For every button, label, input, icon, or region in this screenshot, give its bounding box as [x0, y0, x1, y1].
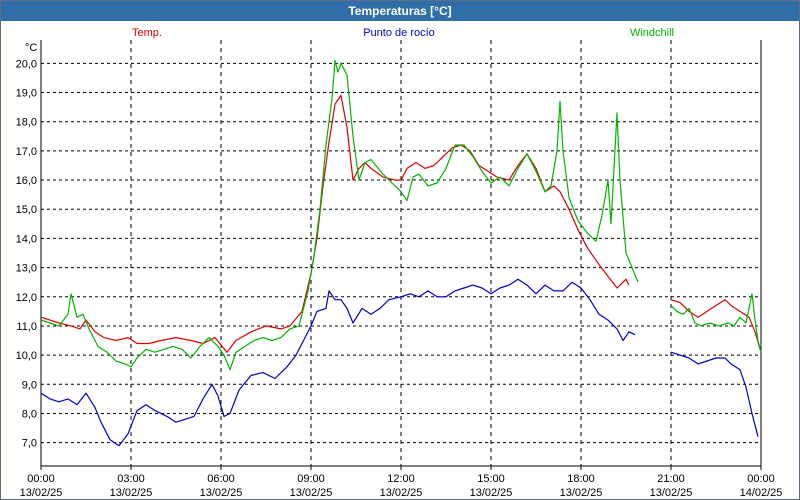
y-tick-label: 15,0 [16, 204, 37, 216]
x-tick-date: 13/02/25 [650, 487, 693, 499]
x-tick-date: 13/02/25 [560, 487, 603, 499]
x-tick-labels: 00:00 13/02/25 03:00 13/02/25 06:00 13/02/25 0… [20, 473, 783, 499]
series-line-dew-point [670, 351, 759, 437]
chart-title: Temperaturas [°C] [1, 1, 799, 21]
y-tick-label: 20,0 [16, 58, 37, 70]
y-tick-label: 19,0 [16, 88, 37, 100]
x-tick-time: 00:00 [747, 473, 775, 485]
y-tick-label: 13,0 [16, 263, 37, 275]
x-tick-date: 13/02/25 [470, 487, 513, 499]
series-line-temp [40, 94, 630, 353]
x-tick-time: 12:00 [387, 473, 415, 485]
x-tick-time: 03:00 [117, 473, 145, 485]
x-tick-date: 13/02/25 [20, 487, 63, 499]
x-tick-time: 18:00 [567, 473, 595, 485]
chart-window: Temperaturas [°C] 20,0 19,0 18,0 17,0 16,0 15… [0, 0, 800, 500]
x-tick-date: 14/02/25 [740, 487, 783, 499]
y-tick-label: 7,0 [22, 438, 37, 450]
x-tick-time: 06:00 [207, 473, 235, 485]
x-tick-date: 13/02/25 [200, 487, 243, 499]
x-tick-date: 13/02/25 [380, 487, 423, 499]
series-line-dew-point [40, 278, 636, 447]
y-tick-label: 9,0 [22, 379, 37, 391]
x-tick-time: 00:00 [27, 473, 55, 485]
y-tick-label: 16,0 [16, 175, 37, 187]
y-tick-label: 18,0 [16, 117, 37, 129]
y-tick-label: 10,0 [16, 350, 37, 362]
x-tick-date: 13/02/25 [290, 487, 333, 499]
grid-lines [41, 40, 761, 466]
y-tick-label: 17,0 [16, 146, 37, 158]
legend-dew-point: Punto de rocío [363, 27, 435, 39]
y-axis-unit: °C [25, 42, 37, 54]
legend: Temp. Punto de rocío Windchill [132, 27, 674, 39]
x-tick-time: 15:00 [477, 473, 505, 485]
chart-canvas: 20,0 19,0 18,0 17,0 16,0 15,0 14,0 13,0 12,0 11,0… [16, 27, 783, 499]
x-tick-date: 13/02/25 [110, 487, 153, 499]
y-tick-label: 12,0 [16, 292, 37, 304]
legend-windchill: Windchill [630, 27, 674, 39]
legend-temp: Temp. [132, 27, 162, 39]
series-line-windchill [670, 293, 762, 353]
y-tick-labels: 20,0 19,0 18,0 17,0 16,0 15,0 14,0 13,0 12,0 11,0… [16, 58, 37, 449]
x-tick-time: 21:00 [657, 473, 685, 485]
x-tick-time: 09:00 [297, 473, 325, 485]
y-tick-label: 8,0 [22, 408, 37, 420]
y-tick-label: 14,0 [16, 233, 37, 245]
y-tick-label: 11,0 [16, 321, 37, 333]
